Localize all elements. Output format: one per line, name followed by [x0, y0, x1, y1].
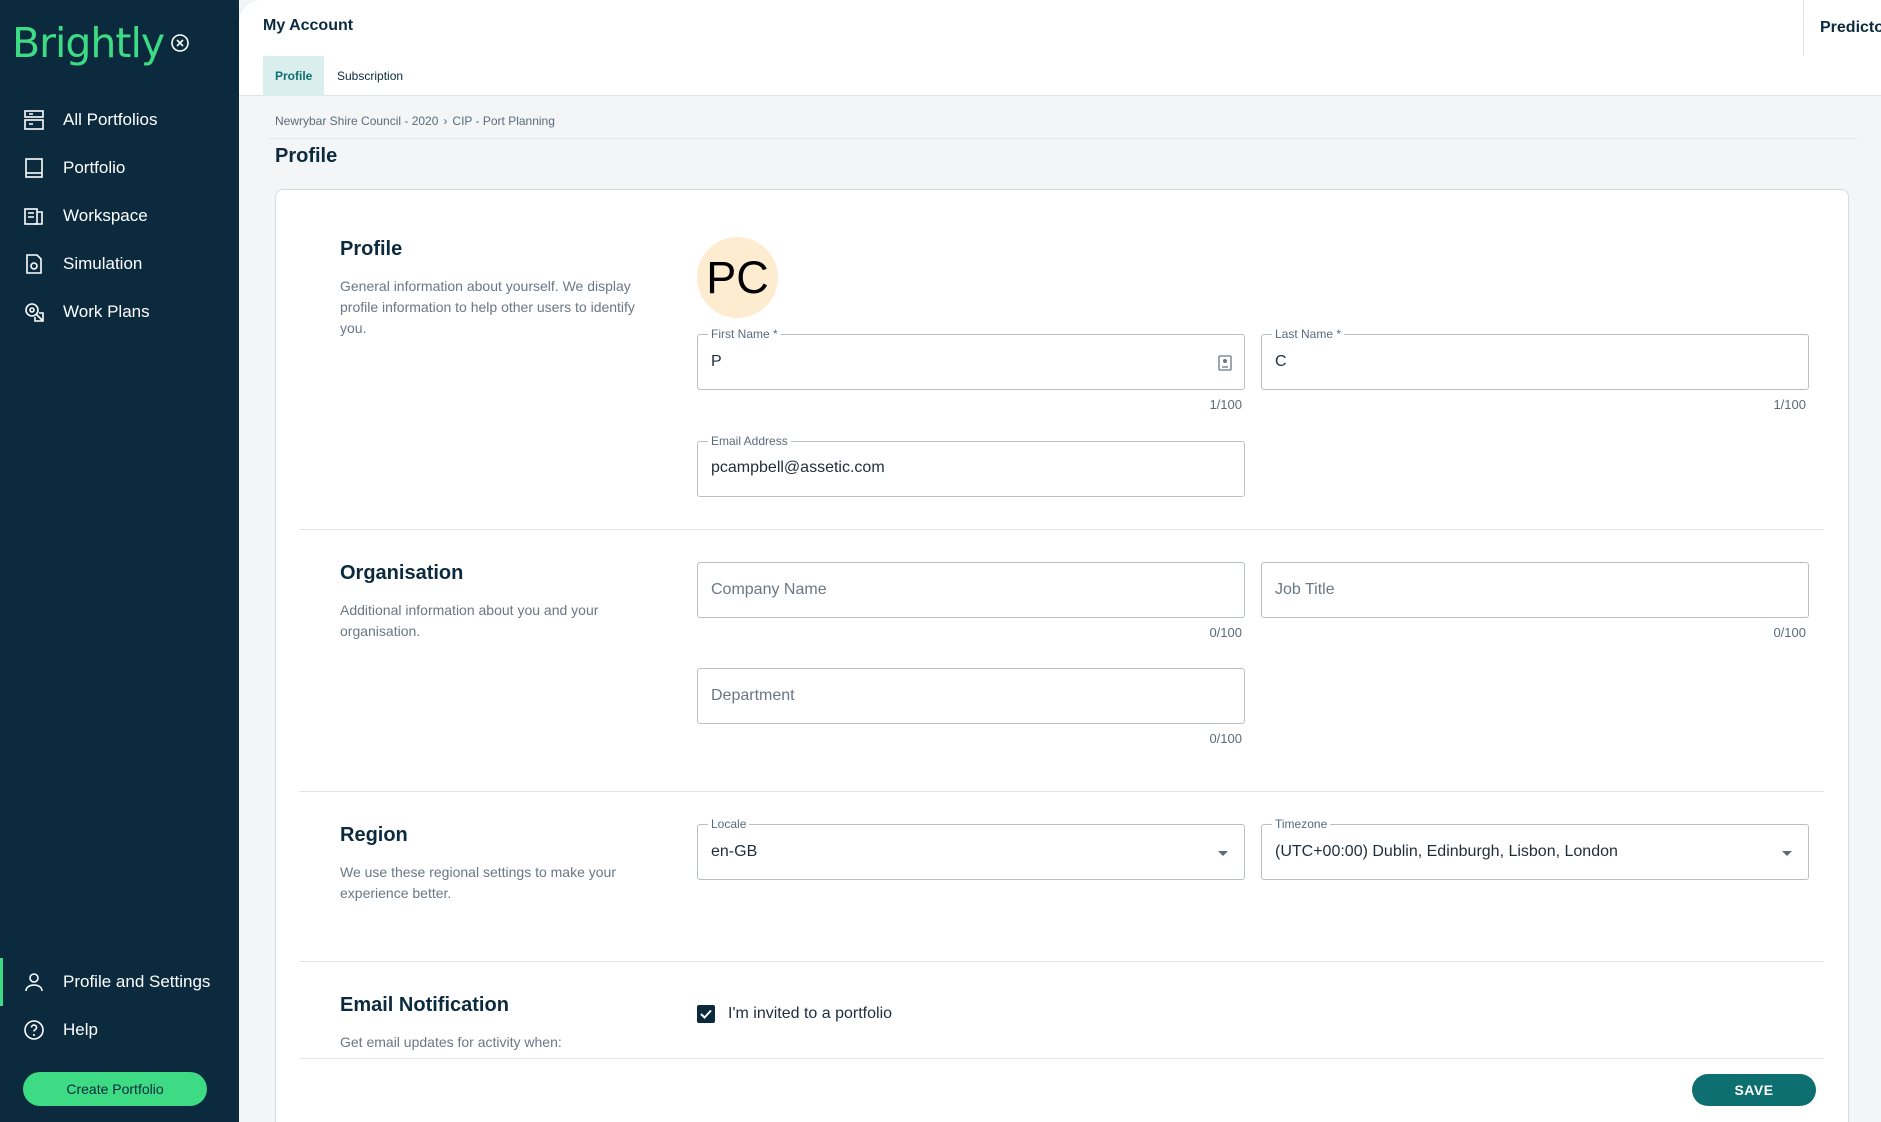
sidebar: Brightly All Portfolios Portfolio Worksp… [0, 0, 239, 1122]
sidebar-item-label: Profile and Settings [63, 972, 211, 991]
section-title-profile: Profile [340, 238, 403, 260]
sidebar-item-label: Simulation [63, 254, 143, 273]
section-title-organisation: Organisation [340, 562, 464, 584]
logo-text: Brightly [12, 19, 165, 67]
breadcrumb-item[interactable]: CIP - Port Planning [452, 114, 555, 128]
sidebar-item-label: Workspace [63, 206, 148, 225]
field-placeholder: Job Title [1275, 581, 1335, 598]
bottom-nav: Profile and Settings Help [0, 958, 239, 1054]
sidebar-item-workspace[interactable]: Workspace [0, 192, 239, 240]
workspace-icon [24, 208, 43, 225]
field-label: Timezone [1272, 817, 1331, 831]
portfolios-icon [24, 110, 44, 130]
section-title-email-notification: Email Notification [340, 994, 509, 1016]
sidebar-item-simulation[interactable]: Simulation [0, 240, 239, 288]
checkbox-label: I'm invited to a portfolio [728, 1005, 893, 1022]
tab-subscription[interactable]: Subscription [325, 56, 415, 96]
footer-divider [299, 1058, 1824, 1059]
field-value: pcampbell@assetic.com [711, 459, 885, 476]
department-field[interactable]: Department [697, 668, 1245, 724]
breadcrumb-item[interactable]: Newrybar Shire Council - 2020 [275, 114, 438, 128]
section-title-region: Region [340, 824, 408, 846]
field-value: P [711, 353, 722, 370]
check-icon [700, 1009, 712, 1019]
first-name-counter: 1/100 [1209, 397, 1242, 412]
sidebar-item-work-plans[interactable]: Work Plans [0, 288, 239, 336]
sidebar-item-portfolio[interactable]: Portfolio [0, 144, 239, 192]
user-icon [25, 973, 43, 992]
field-label: Email Address [708, 434, 791, 448]
invited-portfolio-checkbox[interactable] [697, 1005, 715, 1023]
chevron-down-icon [1218, 851, 1228, 856]
field-value: en-GB [711, 843, 758, 860]
work-plans-icon [25, 303, 44, 322]
chevron-down-icon [1782, 851, 1792, 856]
section-divider [299, 529, 1824, 530]
field-placeholder: Department [711, 687, 795, 704]
job-title-field[interactable]: Job Title [1261, 562, 1809, 618]
simulation-icon [26, 254, 42, 274]
tab-profile[interactable]: Profile [263, 56, 325, 96]
section-divider [299, 961, 1824, 962]
timezone-select[interactable]: Timezone (UTC+00:00) Dublin, Edinburgh, … [1261, 817, 1809, 880]
tab-bar: Profile Subscription [239, 56, 1881, 96]
section-desc-region: We use these regional settings to make y… [340, 864, 617, 901]
breadcrumb-separator: › [443, 114, 448, 128]
sidebar-item-profile-settings[interactable]: Profile and Settings [0, 958, 239, 1006]
locale-select[interactable]: Locale en-GB [697, 817, 1245, 880]
section-desc-email-notification: Get email updates for activity when: [340, 1034, 562, 1050]
field-value: C [1275, 353, 1287, 370]
field-label: Last Name * [1272, 327, 1345, 341]
page-title: Profile [275, 145, 338, 167]
field-value: (UTC+00:00) Dublin, Edinburgh, Lisbon, L… [1275, 843, 1618, 860]
sidebar-item-all-portfolios[interactable]: All Portfolios [0, 96, 239, 144]
help-icon [24, 1020, 44, 1040]
save-button[interactable]: SAVE [1692, 1074, 1816, 1106]
main-nav: All Portfolios Portfolio Workspace Simul… [0, 96, 239, 336]
sidebar-item-label: Portfolio [63, 158, 126, 177]
section-desc-organisation: Additional information about you and you… [340, 602, 599, 639]
email-field[interactable]: Email Address pcampbell@assetic.com [697, 434, 1245, 497]
first-name-field[interactable]: First Name * P [697, 327, 1245, 390]
product-label[interactable]: Predictor [1803, 0, 1881, 56]
breadcrumb: Newrybar Shire Council - 2020 › CIP - Po… [275, 114, 555, 128]
company-name-field[interactable]: Company Name [697, 562, 1245, 618]
logo[interactable]: Brightly [12, 18, 165, 68]
job-title-counter: 0/100 [1773, 625, 1806, 640]
sidebar-item-label: All Portfolios [63, 110, 158, 129]
last-name-counter: 1/100 [1773, 397, 1806, 412]
section-desc-profile: General information about yourself. We d… [340, 278, 635, 336]
close-sidebar-icon[interactable] [168, 31, 192, 55]
avatar[interactable]: PC [697, 237, 778, 318]
create-portfolio-button[interactable]: Create Portfolio [23, 1072, 207, 1106]
field-placeholder: Company Name [711, 581, 827, 598]
last-name-field[interactable]: Last Name * C [1261, 327, 1809, 390]
section-divider [299, 791, 1824, 792]
top-header: My Account Predictor [239, 0, 1881, 56]
sidebar-item-help[interactable]: Help [0, 1006, 239, 1054]
field-label: Locale [708, 817, 750, 831]
portfolio-icon [25, 158, 43, 178]
sidebar-item-label: Help [63, 1020, 98, 1039]
page-header-title: My Account [263, 17, 354, 34]
breadcrumb-divider [268, 138, 1858, 139]
contact-card-icon [1218, 355, 1232, 371]
sidebar-item-label: Work Plans [63, 302, 150, 321]
department-counter: 0/100 [1209, 731, 1242, 746]
field-label: First Name * [708, 327, 781, 341]
company-name-counter: 0/100 [1209, 625, 1242, 640]
